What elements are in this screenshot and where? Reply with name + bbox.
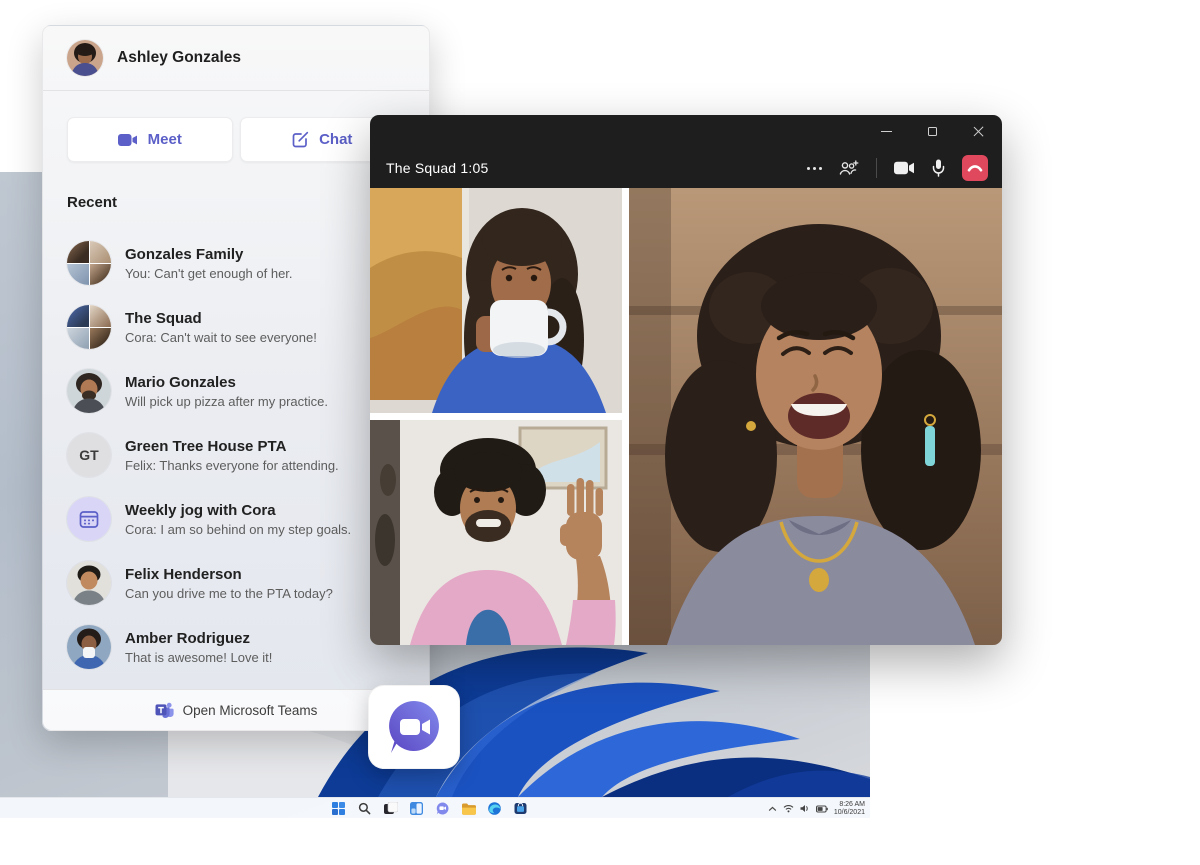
window-titlebar bbox=[370, 115, 1002, 148]
controls-separator bbox=[876, 158, 877, 178]
taskbar-icon-group bbox=[331, 798, 528, 818]
file-explorer-icon[interactable] bbox=[461, 801, 476, 816]
handset-icon bbox=[967, 164, 983, 172]
tray-chevron-up-icon[interactable] bbox=[768, 805, 777, 813]
meet-button-label: Meet bbox=[148, 131, 182, 148]
add-participant-icon[interactable] bbox=[839, 160, 859, 176]
video-camera-icon bbox=[118, 133, 138, 147]
initials-avatar: GT bbox=[67, 433, 111, 477]
maximize-button[interactable] bbox=[921, 123, 943, 141]
profile-header: Ashley Gonzales bbox=[43, 26, 429, 91]
conversation-preview: Can you drive me to the PTA today? bbox=[125, 585, 333, 602]
conversation-name: Amber Rodriguez bbox=[125, 629, 272, 648]
call-controls-bar: The Squad 1:05 bbox=[370, 148, 1002, 188]
tray-battery-icon[interactable] bbox=[816, 805, 828, 813]
chat-button-label: Chat bbox=[319, 131, 352, 148]
conversation-preview: Felix: Thanks everyone for attending. bbox=[125, 457, 339, 474]
more-options-icon[interactable] bbox=[807, 167, 822, 170]
conversation-preview: Cora: I am so behind on my step goals. bbox=[125, 521, 351, 538]
clock-time: 8:26 AM bbox=[834, 801, 865, 809]
conversation-name: Felix Henderson bbox=[125, 565, 333, 584]
user-name: Ashley Gonzales bbox=[117, 49, 241, 67]
avatar bbox=[67, 625, 111, 669]
calendar-icon bbox=[79, 509, 99, 529]
store-icon[interactable] bbox=[513, 801, 528, 816]
conversation-name: Weekly jog with Cora bbox=[125, 501, 351, 520]
conversation-name: Green Tree House PTA bbox=[125, 437, 339, 456]
taskbar: 8:26 AM 10/6/2021 bbox=[0, 797, 870, 818]
group-avatar bbox=[67, 241, 111, 285]
clock-date: 10/6/2021 bbox=[834, 809, 865, 817]
video-tile-participant-1 bbox=[370, 188, 622, 413]
camera-toggle-icon[interactable] bbox=[894, 161, 915, 175]
teams-call-window: The Squad 1:05 bbox=[370, 115, 1002, 645]
search-icon[interactable] bbox=[357, 801, 372, 816]
meet-button[interactable]: Meet bbox=[67, 117, 233, 162]
taskbar-clock[interactable]: 8:26 AM 10/6/2021 bbox=[834, 801, 867, 817]
conversation-preview: Cora: Can't wait to see everyone! bbox=[125, 329, 317, 346]
edge-browser-icon[interactable] bbox=[487, 801, 502, 816]
close-button[interactable] bbox=[967, 123, 989, 141]
teams-chat-icon[interactable] bbox=[435, 801, 450, 816]
video-grid bbox=[370, 188, 1002, 645]
minimize-button[interactable] bbox=[875, 123, 897, 141]
conversation-preview: That is awesome! Love it! bbox=[125, 649, 272, 666]
video-tile-participant-2 bbox=[370, 420, 622, 645]
conversation-name: Gonzales Family bbox=[125, 245, 293, 264]
compose-icon bbox=[292, 131, 309, 148]
open-teams-label: Open Microsoft Teams bbox=[183, 703, 318, 718]
hang-up-button[interactable] bbox=[962, 155, 988, 181]
group-avatar bbox=[67, 305, 111, 349]
avatar bbox=[67, 369, 111, 413]
microphone-toggle-icon[interactable] bbox=[932, 159, 945, 177]
calendar-avatar bbox=[67, 497, 111, 541]
avatar bbox=[67, 561, 111, 605]
avatar[interactable] bbox=[67, 40, 103, 76]
avatar-initials-text: GT bbox=[67, 433, 111, 477]
tray-volume-icon[interactable] bbox=[800, 804, 810, 813]
widgets-icon[interactable] bbox=[409, 801, 424, 816]
conversation-name: Mario Gonzales bbox=[125, 373, 328, 392]
conversation-name: The Squad bbox=[125, 309, 317, 328]
video-tile-participant-3 bbox=[629, 188, 1002, 645]
conversation-preview: Will pick up pizza after my practice. bbox=[125, 393, 328, 410]
start-button-icon[interactable] bbox=[331, 801, 346, 816]
conversation-preview: You: Can't get enough of her. bbox=[125, 265, 293, 282]
teams-chat-fab-button[interactable] bbox=[368, 685, 460, 769]
task-view-icon[interactable] bbox=[383, 801, 398, 816]
microsoft-teams-logo-icon bbox=[155, 701, 174, 719]
video-chat-bubble-icon bbox=[384, 697, 444, 757]
system-tray: 8:26 AM 10/6/2021 bbox=[768, 798, 867, 818]
tray-wifi-icon[interactable] bbox=[783, 804, 794, 813]
call-title: The Squad 1:05 bbox=[386, 160, 488, 176]
screenshot-stage: 8:26 AM 10/6/2021 Ashley Gonzales Meet C… bbox=[0, 0, 1200, 865]
